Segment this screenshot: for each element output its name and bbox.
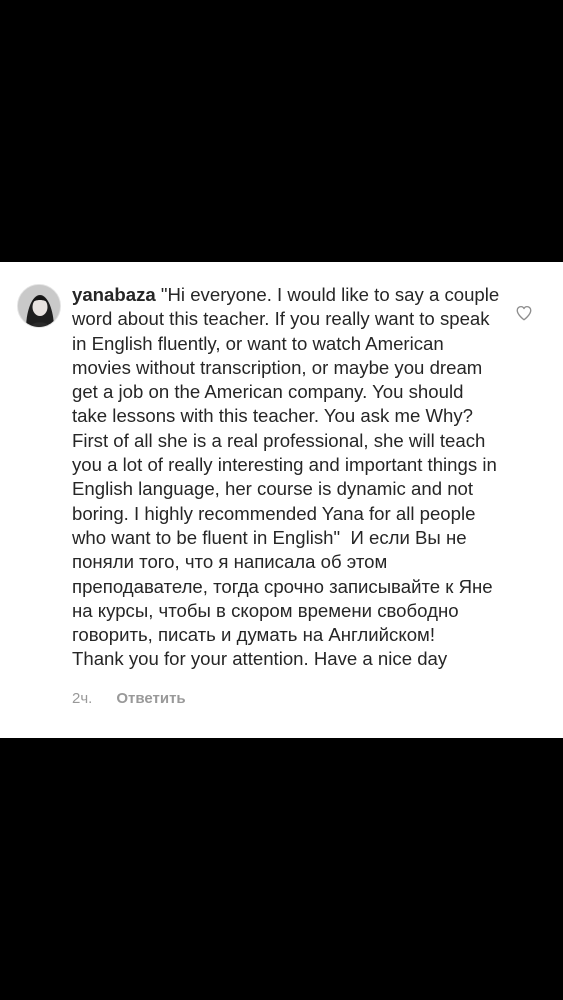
reply-button[interactable]: Ответить: [116, 690, 185, 708]
comment-card: yanabaza "Hi everyone. I would like to s…: [0, 262, 563, 738]
heart-icon[interactable]: [515, 304, 533, 322]
heart-outline-icon: [516, 305, 532, 321]
avatar[interactable]: [17, 284, 61, 328]
comment-text: "Hi everyone. I would like to say a coup…: [72, 284, 500, 670]
comment-time: 2ч.: [72, 690, 93, 707]
comment-username[interactable]: yanabaza: [72, 284, 156, 305]
comment-body: yanabaza "Hi everyone. I would like to s…: [72, 283, 500, 672]
bottom-black-area: [0, 738, 563, 1000]
avatar-image: [18, 285, 60, 327]
top-black-area: [0, 0, 563, 262]
comment-meta: 2ч. Ответить: [72, 690, 186, 708]
